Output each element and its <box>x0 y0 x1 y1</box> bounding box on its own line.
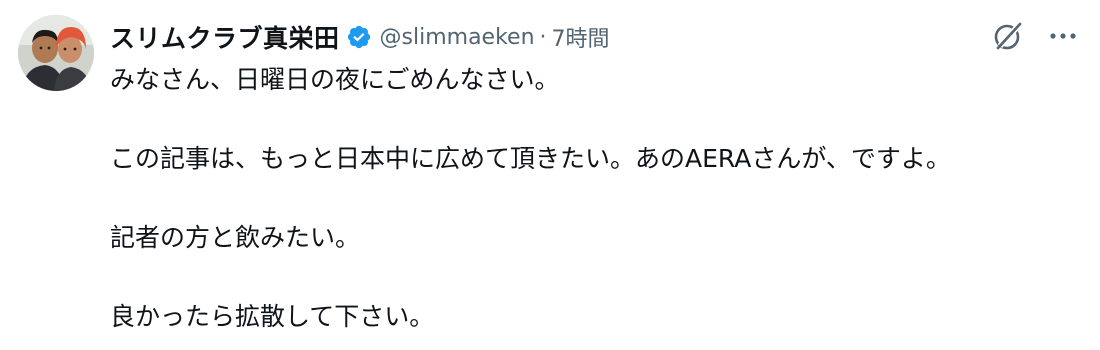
avatar[interactable] <box>18 15 94 91</box>
grok-icon[interactable] <box>990 18 1026 54</box>
tweet-paragraph: この記事は、もっと日本中に広めて頂きたい。あのAERAさんが、ですよ。 <box>110 144 951 173</box>
timestamp[interactable]: 7時間 <box>552 21 610 53</box>
separator-dot: · <box>539 24 547 50</box>
tweet: スリムクラブ真栄田 @slimmaeken · 7時間 みなさん、日曜日の夜にご… <box>0 0 1100 350</box>
verified-badge-icon <box>346 24 372 50</box>
tweet-paragraph: 良かったら拡散して下さい。 <box>110 302 435 331</box>
user-handle[interactable]: @slimmaeken <box>380 25 535 50</box>
more-options-icon[interactable] <box>1048 18 1078 54</box>
tweet-paragraph: 記者の方と飲みたい。 <box>110 223 361 252</box>
avatar-photo <box>18 15 94 91</box>
display-name[interactable]: スリムクラブ真栄田 <box>110 19 340 55</box>
tweet-paragraph: みなさん、日曜日の夜にごめんなさい。 <box>110 65 560 94</box>
tweet-actions <box>990 18 1078 54</box>
tweet-header: スリムクラブ真栄田 @slimmaeken · 7時間 <box>110 19 610 55</box>
